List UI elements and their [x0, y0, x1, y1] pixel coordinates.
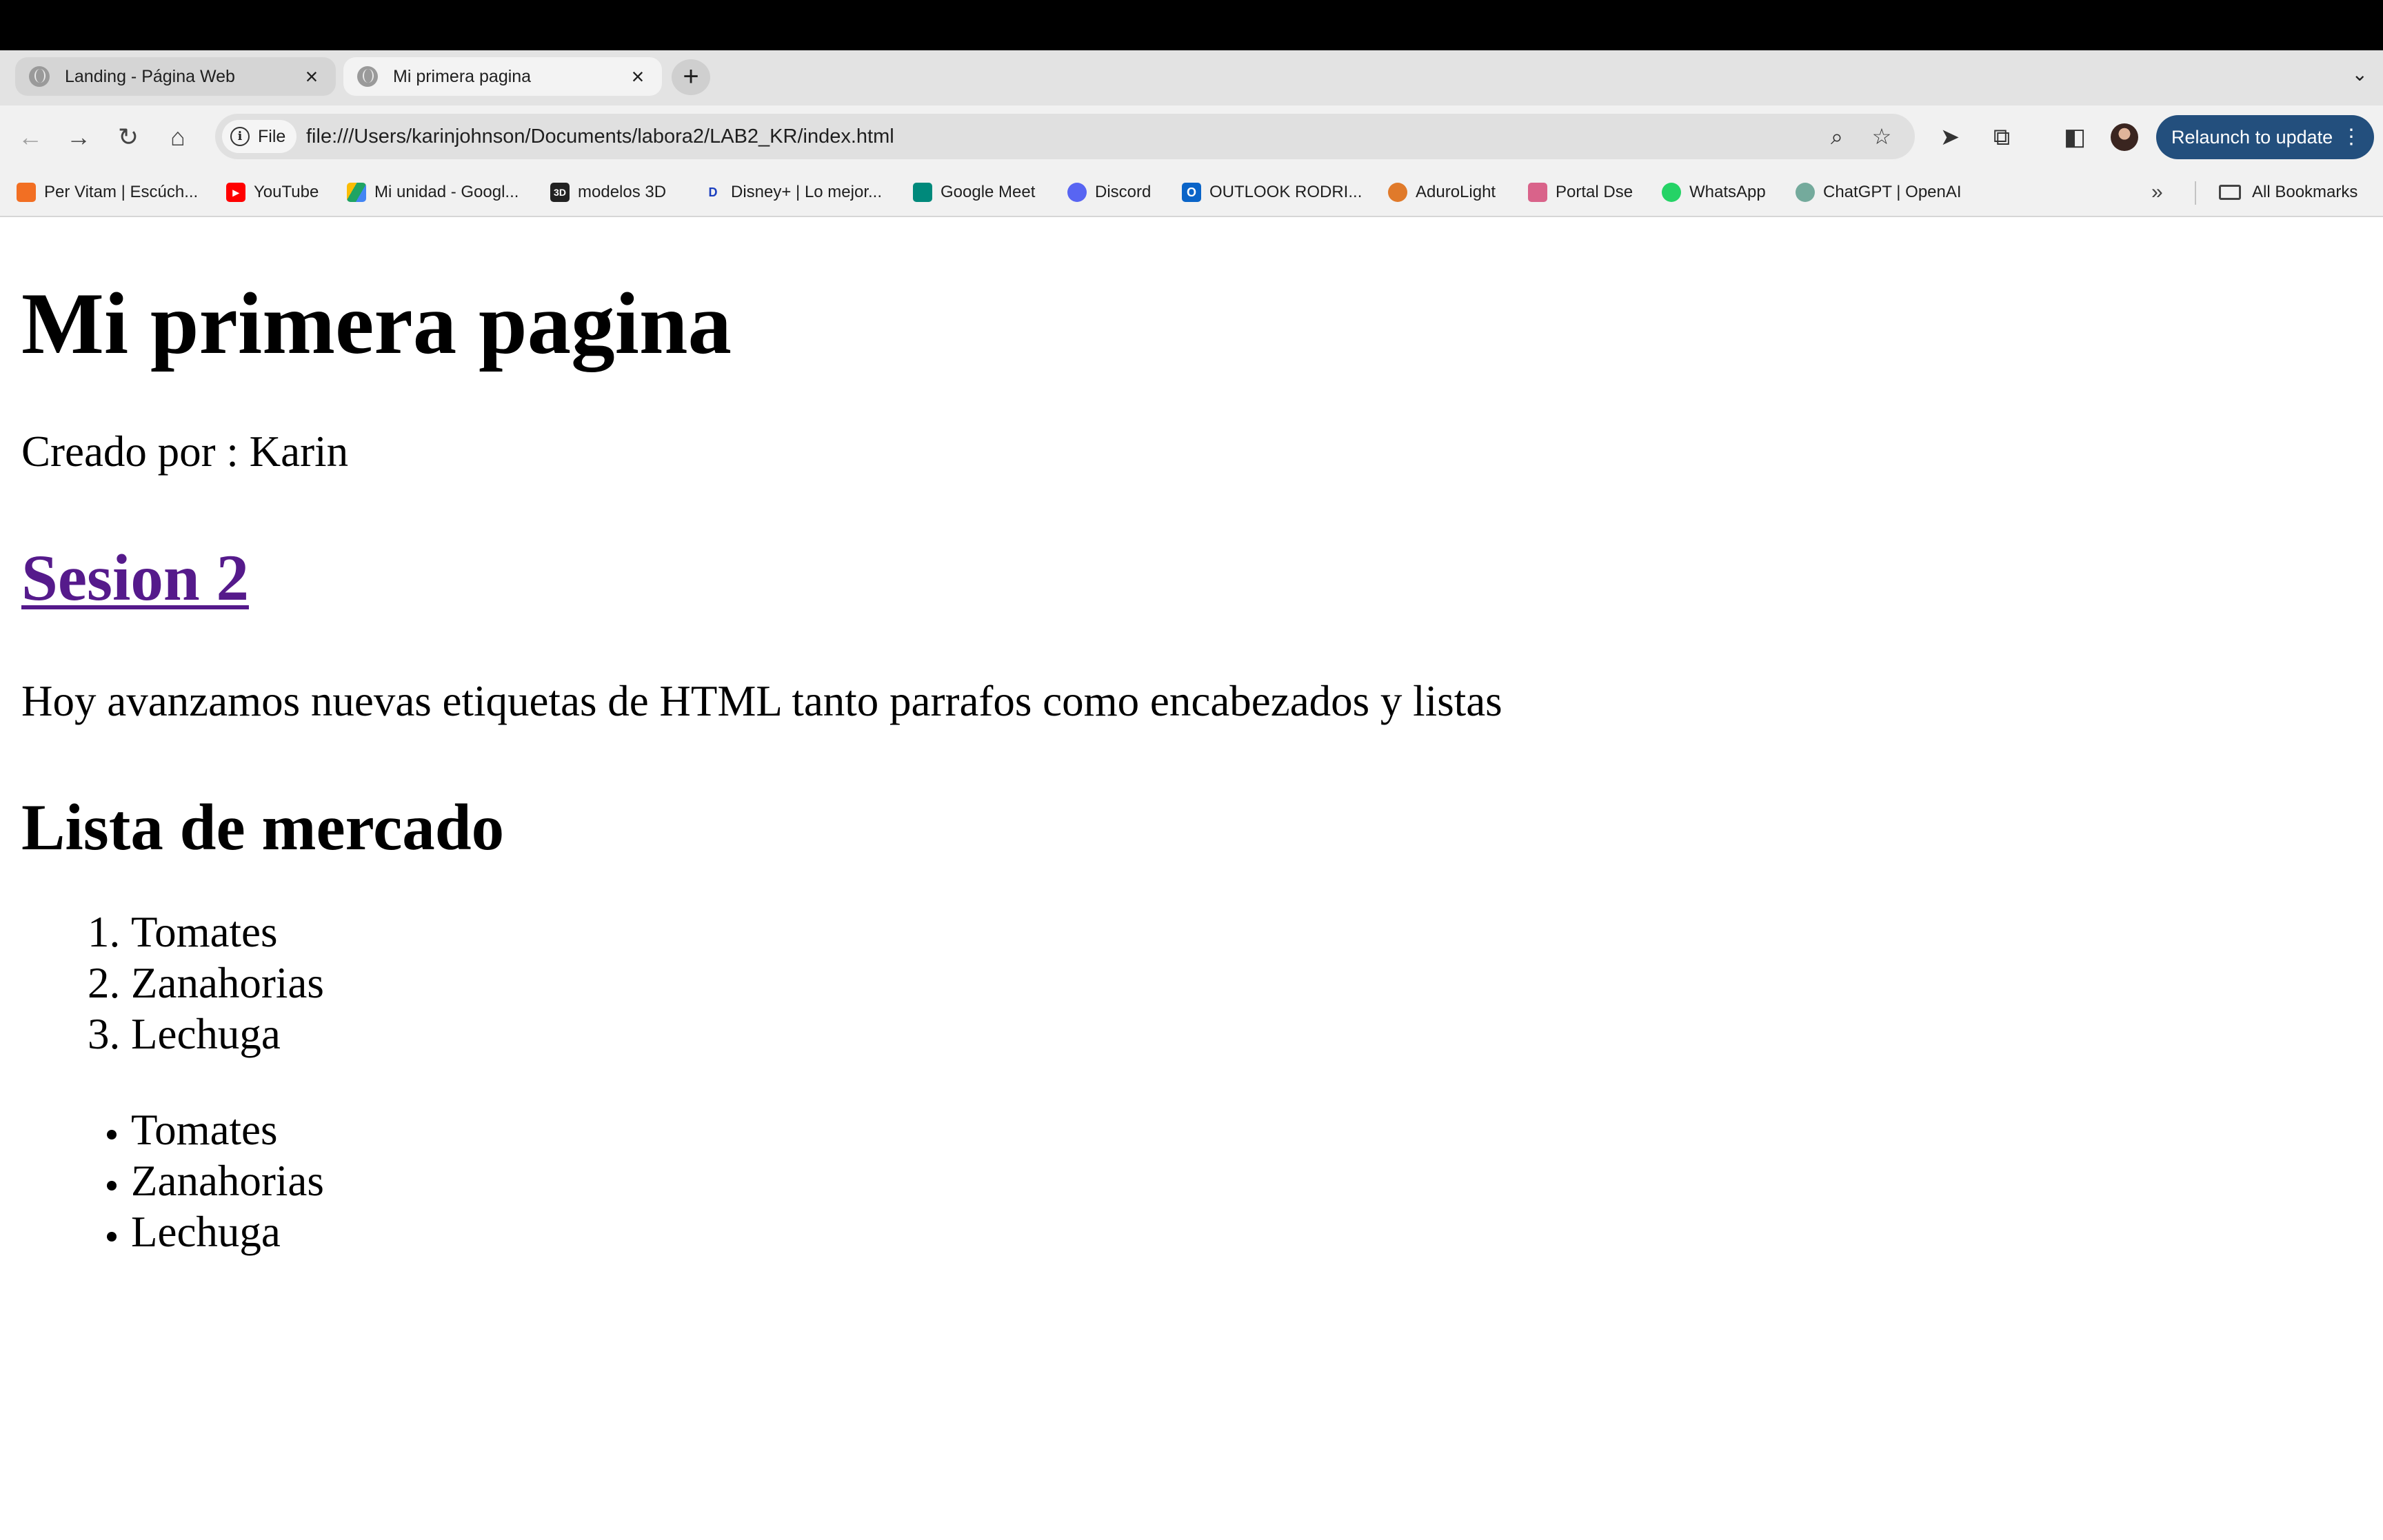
bookmark-whatsapp[interactable]: WhatsApp — [1662, 169, 1766, 216]
list-item: Zanahorias — [131, 1155, 324, 1206]
3d-icon: 3D — [550, 183, 570, 202]
scheme-label: File — [258, 126, 286, 146]
bookmarks-divider — [2195, 181, 2196, 205]
relaunch-label: Relaunch to update — [2171, 127, 2333, 148]
bookmark-mi-unidad[interactable]: Mi unidad - Googl... — [347, 169, 519, 216]
bookmark-label: AduroLight — [1416, 183, 1496, 201]
side-panel-icon[interactable]: ◧ — [2057, 119, 2093, 155]
unordered-list: Tomates Zanahorias Lechuga — [0, 1104, 324, 1257]
bookmark-outlook[interactable]: O OUTLOOK RODRI... — [1182, 169, 1362, 216]
bookmark-per-vitam[interactable]: Per Vitam | Escúch... — [17, 169, 198, 216]
list-item: Lechuga — [131, 1206, 324, 1257]
tab-landing[interactable]: Landing - Página Web × — [15, 57, 336, 96]
soundcloud-icon — [17, 183, 36, 202]
tab-title: Mi primera pagina — [393, 66, 532, 86]
bookmark-portal-dse[interactable]: Portal Dse — [1528, 169, 1633, 216]
new-tab-button[interactable]: + — [672, 59, 710, 95]
bookmark-label: YouTube — [254, 183, 319, 201]
google-meet-icon — [913, 183, 932, 202]
url-text[interactable]: file:///Users/karinjohnson/Documents/lab… — [306, 114, 894, 159]
more-menu-icon[interactable]: ⋮ — [2341, 115, 2362, 159]
folder-icon — [2219, 185, 2241, 200]
list-heading: Lista de mercado — [21, 791, 505, 864]
disney-icon: D — [708, 185, 718, 199]
bookmarks-bar: Per Vitam | Escúch... ▸ YouTube Mi unida… — [0, 169, 2383, 217]
bookmark-disney[interactable]: D Disney+ | Lo mejor... — [703, 169, 883, 216]
profile-avatar[interactable] — [2111, 123, 2138, 151]
zoom-icon[interactable]: ⌕ — [1820, 119, 1854, 154]
chatgpt-icon — [1796, 183, 1815, 202]
outlook-icon: O — [1182, 183, 1201, 202]
all-bookmarks-button[interactable]: All Bookmarks — [2219, 169, 2357, 216]
bookmark-discord[interactable]: Discord — [1067, 169, 1151, 216]
screen-top-bar — [0, 0, 2383, 50]
bookmark-label: Google Meet — [941, 183, 1036, 201]
adurolight-icon — [1388, 183, 1407, 202]
list-item: Tomates — [131, 1104, 324, 1155]
list-item: Zanahorias — [131, 958, 324, 1009]
byline: Creado por : Karin — [21, 427, 349, 476]
list-item: Lechuga — [131, 1009, 324, 1060]
chevron-down-icon[interactable]: ⌄ — [2352, 63, 2368, 85]
session-heading: Sesion 2 — [21, 540, 249, 616]
bookmark-label: WhatsApp — [1689, 183, 1766, 201]
portal-icon — [1528, 183, 1547, 202]
bookmark-label: Per Vitam | Escúch... — [44, 183, 199, 201]
globe-icon — [29, 66, 50, 87]
info-icon: i — [230, 127, 250, 146]
forward-button[interactable]: → — [61, 119, 97, 155]
bookmark-label: ChatGPT | OpenAI — [1823, 183, 1962, 201]
youtube-icon: ▸ — [226, 183, 245, 202]
tab-strip: Landing - Página Web × Mi primera pagina… — [0, 50, 2383, 105]
google-drive-icon — [347, 183, 366, 202]
bookmark-star-icon[interactable]: ☆ — [1864, 119, 1899, 154]
extensions-icon[interactable]: ⧉ — [1984, 119, 2020, 155]
close-icon[interactable]: × — [627, 64, 648, 90]
all-bookmarks-label: All Bookmarks — [2252, 183, 2358, 201]
bookmark-label: Disney+ | Lo mejor... — [731, 183, 882, 201]
reload-button[interactable]: ↻ — [110, 119, 146, 155]
bookmark-youtube[interactable]: ▸ YouTube — [226, 169, 319, 216]
bookmark-adurolight[interactable]: AduroLight — [1388, 169, 1496, 216]
relaunch-to-update-button[interactable]: Relaunch to update ⋮ — [2156, 115, 2374, 159]
discord-icon — [1067, 183, 1087, 202]
bookmark-modelos-3d[interactable]: 3D modelos 3D — [550, 169, 666, 216]
session-link[interactable]: Sesion 2 — [21, 541, 249, 614]
cursor-extension-icon[interactable]: ➤ — [1932, 119, 1968, 155]
back-button[interactable]: ← — [12, 119, 48, 155]
bookmark-label: modelos 3D — [578, 183, 667, 201]
list-item: Tomates — [131, 906, 324, 958]
address-bar[interactable]: i File file:///Users/karinjohnson/Docume… — [215, 114, 1915, 159]
globe-icon — [357, 66, 378, 87]
close-icon[interactable]: × — [301, 64, 322, 90]
bookmark-google-meet[interactable]: Google Meet — [913, 169, 1035, 216]
double-chevron-right-icon[interactable]: » — [2151, 169, 2163, 216]
bookmark-chatgpt[interactable]: ChatGPT | OpenAI — [1796, 169, 1962, 216]
whatsapp-icon — [1662, 183, 1681, 202]
home-button[interactable]: ⌂ — [160, 119, 196, 155]
tab-title: Landing - Página Web — [65, 66, 235, 86]
bookmark-label: Mi unidad - Googl... — [374, 183, 519, 201]
ordered-list: Tomates Zanahorias Lechuga — [0, 906, 324, 1060]
bookmark-label: Portal Dse — [1556, 183, 1633, 201]
bookmark-label: Discord — [1095, 183, 1152, 201]
tab-mi-primera-pagina[interactable]: Mi primera pagina × — [343, 57, 662, 96]
intro-paragraph: Hoy avanzamos nuevas etiquetas de HTML t… — [21, 677, 1502, 725]
bookmark-label: OUTLOOK RODRI... — [1209, 183, 1363, 201]
browser-toolbar: ← → ↻ ⌂ i File file:///Users/karinjohnso… — [0, 105, 2383, 169]
site-info-chip[interactable]: i File — [222, 120, 297, 153]
page-heading: Mi primera pagina — [21, 276, 732, 372]
